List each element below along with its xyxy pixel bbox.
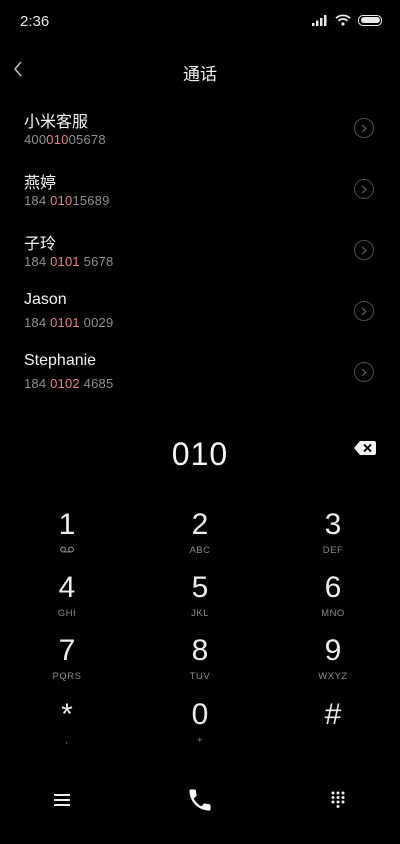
status-icons [312,14,382,26]
dialed-number: 010 [171,436,229,472]
backspace-button[interactable] [354,441,378,459]
menu-icon [54,794,70,806]
voicemail-icon [17,545,117,556]
key-3[interactable]: 3 DEF [283,508,383,564]
dialpad-toggle-button[interactable] [318,782,358,818]
key-5[interactable]: 5 JKL [150,571,250,627]
contact-number: 184 0101 5678 [24,254,114,269]
dialpad-icon [331,791,345,808]
chevron-right-icon [361,368,367,376]
number-match: 010 [50,193,73,208]
phone-icon [189,789,211,811]
contact-row[interactable]: Jason 184 0101 0029 [0,283,400,344]
contact-number: 184 0101 0029 [24,315,114,330]
key-4[interactable]: 4 GHI [17,571,117,627]
contact-number: 40001005678 [24,132,106,147]
contact-name: 燕婷 [24,175,57,192]
number-match: 0101 [50,315,80,330]
signal-icon [312,15,327,26]
title-bar: 通话 [0,50,400,90]
chevron-right-icon [361,185,367,193]
chevron-right-icon [361,246,367,254]
contact-name: Jason [24,291,67,308]
chevron-right-icon [361,124,367,132]
battery-icon [358,14,382,26]
wifi-icon [335,14,351,26]
dial-display: 010 [0,432,400,482]
contact-detail-button[interactable] [354,240,374,260]
contact-number: 184 01015689 [24,193,110,208]
key-8[interactable]: 8 TUV [150,634,250,690]
chevron-right-icon [361,307,367,315]
number-match: 010 [46,132,69,147]
status-bar: 2:36 [0,0,400,42]
contact-row[interactable]: 小米客服 40001005678 [0,100,400,161]
key-9[interactable]: 9 WXYZ [283,634,383,690]
key-2[interactable]: 2 ABC [150,508,250,564]
contact-detail-button[interactable] [354,118,374,138]
status-time: 2:36 [20,13,50,30]
key-star[interactable]: * , [17,698,117,754]
contact-detail-button[interactable] [354,179,374,199]
contact-name: Stephanie [24,352,97,369]
key-7[interactable]: 7 PQRS [17,634,117,690]
contact-suggestions: 小米客服 40001005678 燕婷 184 01015689 子玲 184 … [0,100,400,405]
contact-name: 小米客服 [24,114,89,131]
menu-button[interactable] [42,782,82,818]
contact-row[interactable]: 燕婷 184 01015689 [0,161,400,222]
backspace-icon [354,441,376,455]
key-hash[interactable]: # [283,698,383,754]
bottom-bar [0,782,400,822]
key-0[interactable]: 0 + [150,698,250,754]
key-1[interactable]: 1 [17,508,117,564]
call-button[interactable] [180,782,220,818]
number-match: 0102 [50,376,80,391]
contact-detail-button[interactable] [354,301,374,321]
key-6[interactable]: 6 MNO [283,571,383,627]
contact-name: 子玲 [24,236,57,253]
contact-number: 184 0102 4685 [24,376,114,391]
contact-row[interactable]: 子玲 184 0101 5678 [0,222,400,283]
contact-detail-button[interactable] [354,362,374,382]
page-title: 通话 [183,65,217,84]
number-match: 0101 [50,254,80,269]
contact-row[interactable]: Stephanie 184 0102 4685 [0,344,400,405]
